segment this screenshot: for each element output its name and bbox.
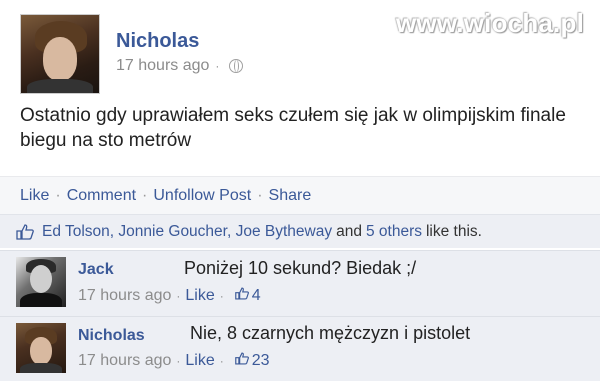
comment-text: Nie, 8 czarnych mężczyzn i pistolet <box>190 323 471 343</box>
meta-dot: · <box>215 59 220 73</box>
thumbs-up-icon <box>16 223 34 240</box>
likes-suffix: like this. <box>425 222 482 240</box>
post-timestamp[interactable]: 17 hours ago <box>116 57 209 75</box>
comment-like-count[interactable]: 23 <box>252 352 270 370</box>
likes-row: Ed Tolson, Jonnie Goucher, Joe Bytheway … <box>0 214 600 248</box>
author-name[interactable]: Nicholas <box>116 30 243 53</box>
post-header: Nicholas 17 hours ago · <box>20 14 244 94</box>
commenter-avatar[interactable] <box>16 257 66 307</box>
commenter-avatar[interactable] <box>16 323 66 373</box>
unfollow-link[interactable]: Unfollow Post <box>153 187 251 205</box>
meta-dot: · <box>176 289 181 303</box>
comment-like-count[interactable]: 4 <box>252 287 261 305</box>
post-meta: 17 hours ago · <box>116 57 244 75</box>
comment-link[interactable]: Comment <box>67 187 136 205</box>
action-separator: · <box>55 186 61 204</box>
likes-others-link[interactable]: 5 others <box>366 223 422 241</box>
comment-like-link[interactable]: Like <box>185 352 214 370</box>
meta-dot: · <box>176 354 181 368</box>
comment-meta: 17 hours ago · Like · 4 <box>78 287 261 305</box>
action-separator: · <box>142 186 148 204</box>
meta-dot: · <box>219 289 224 303</box>
post-actions: Like · Comment · Unfollow Post · Share <box>0 176 600 214</box>
comment: Nicholas Nie, 8 czarnych mężczyzn i pist… <box>0 316 600 381</box>
like-link[interactable]: Like <box>20 187 49 205</box>
comment-like-link[interactable]: Like <box>185 287 214 305</box>
meta-dot: · <box>219 354 224 368</box>
comment-timestamp[interactable]: 17 hours ago <box>78 352 171 370</box>
comment: Jack Poniżej 10 sekund? Biedak ;/ 17 hou… <box>0 250 600 316</box>
comment-meta: 17 hours ago · Like · 23 <box>78 352 270 370</box>
author-avatar[interactable] <box>20 14 100 94</box>
globe-icon <box>229 59 244 73</box>
likes-and: and <box>336 222 362 240</box>
action-separator: · <box>257 186 263 204</box>
share-link[interactable]: Share <box>269 187 312 205</box>
commenter-name[interactable]: Nicholas <box>78 327 145 345</box>
author-block: Nicholas 17 hours ago · <box>116 14 244 94</box>
post-text: Ostatnio gdy uprawiałem seks czułem się … <box>20 105 566 151</box>
thumbs-up-icon <box>234 287 249 305</box>
commenter-name[interactable]: Jack <box>78 261 114 279</box>
comment-text: Poniżej 10 sekund? Biedak ;/ <box>184 258 417 278</box>
watermark: www.wiocha.pl <box>396 8 584 38</box>
thumbs-up-icon <box>234 352 249 370</box>
comment-timestamp[interactable]: 17 hours ago <box>78 287 171 305</box>
likers-names[interactable]: Ed Tolson, Jonnie Goucher, Joe Bytheway <box>42 223 332 241</box>
